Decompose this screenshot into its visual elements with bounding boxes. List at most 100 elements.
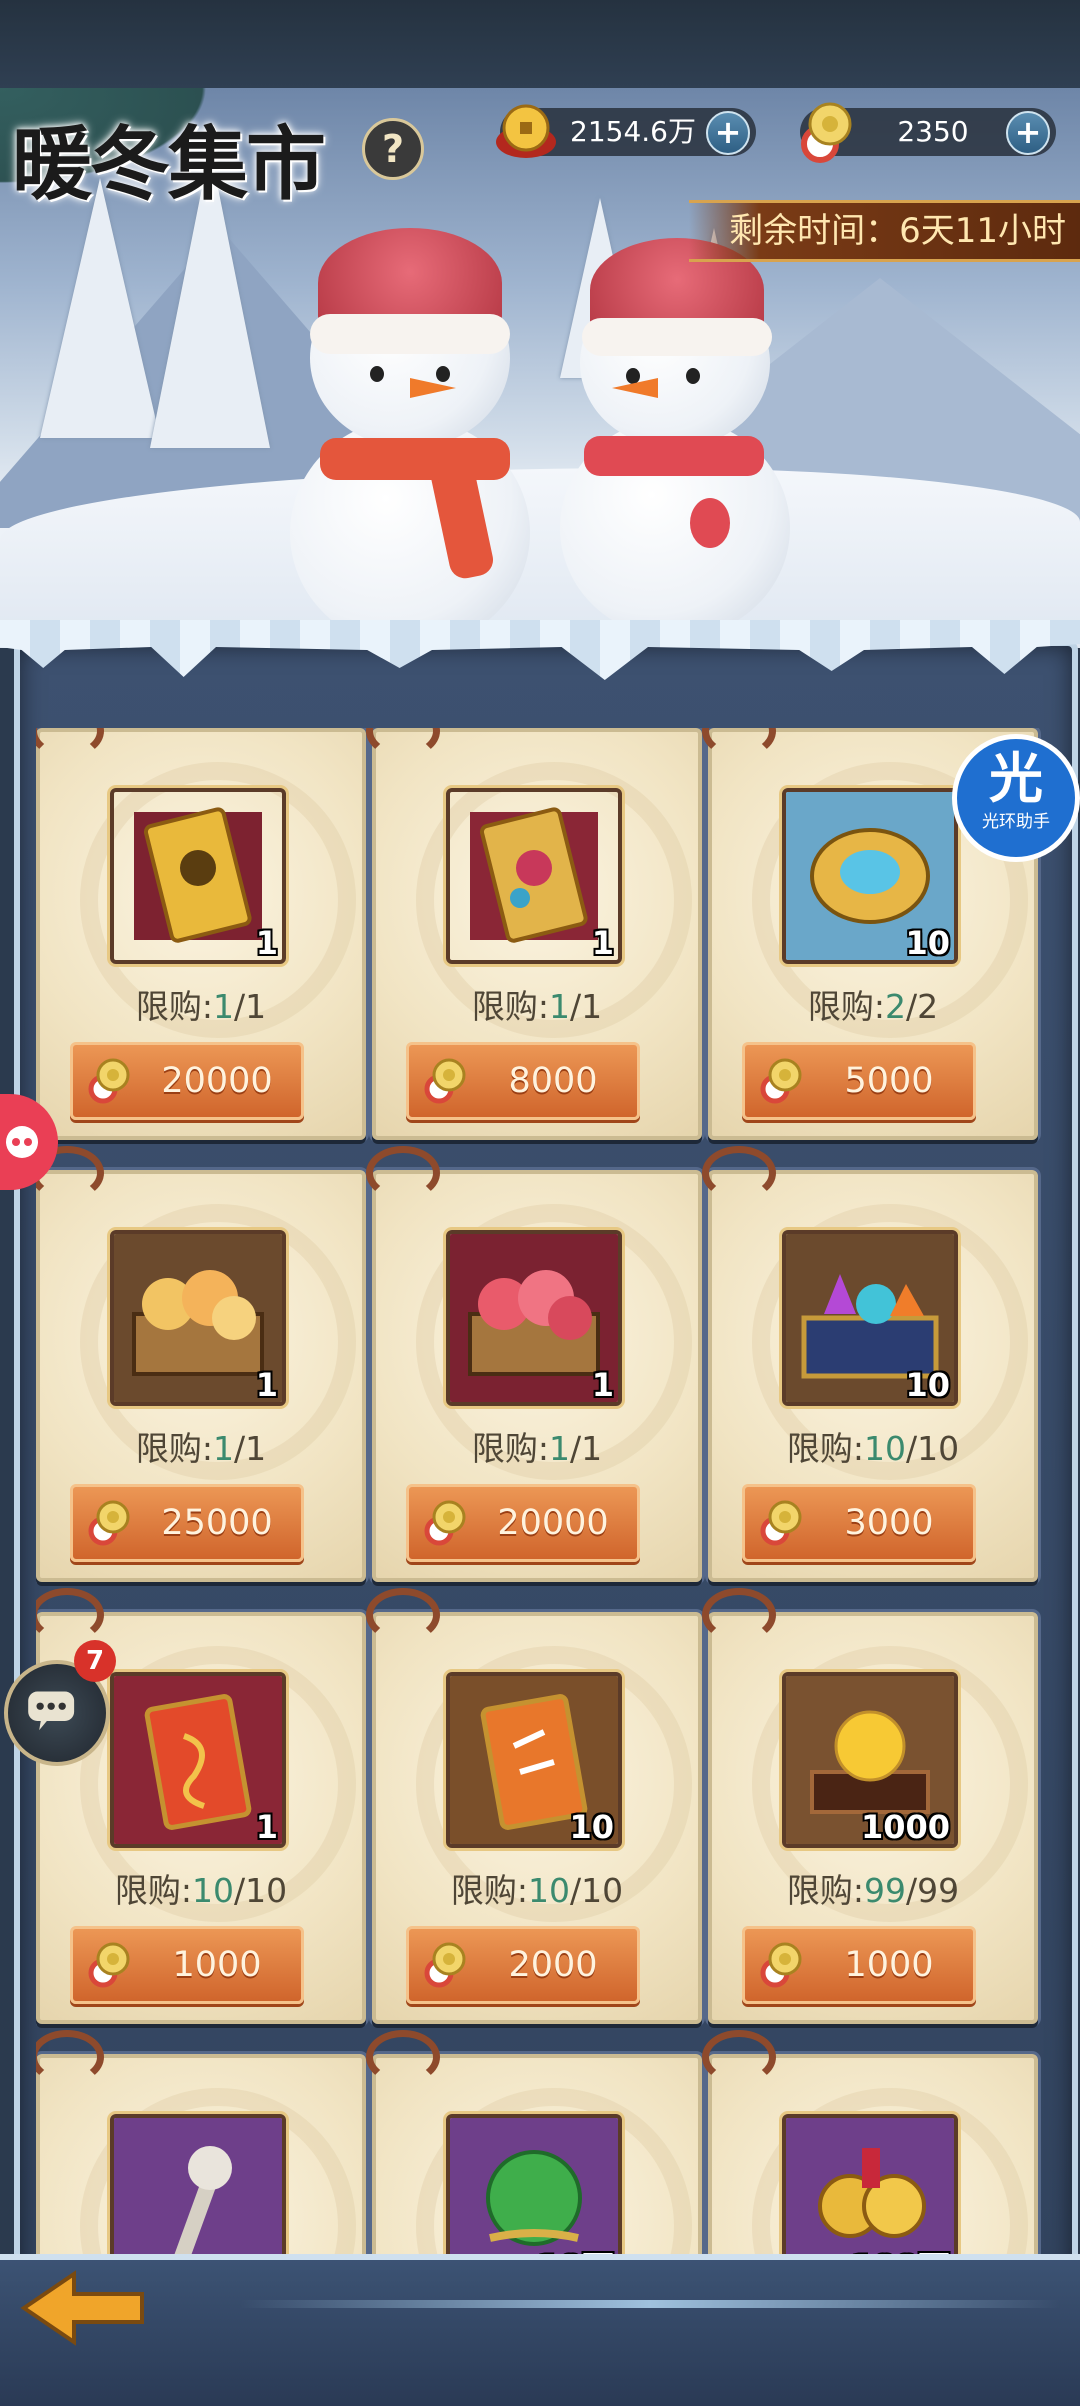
limit-max: /1 <box>234 1429 267 1468</box>
shop-item-card[interactable]: 1 限购:1/1 20000 <box>366 1146 702 1582</box>
wolf-sword-icon <box>114 2118 282 2254</box>
price-value: 25000 <box>161 1503 273 1543</box>
item-count: 1000 <box>860 1808 950 1846</box>
item-count: 100万 <box>851 2242 950 2254</box>
coin-string-icon <box>786 2118 954 2254</box>
hanging-ring <box>702 2030 776 2084</box>
voucher-coin-icon <box>760 1058 802 1104</box>
purchase-limit: 限购:1/1 <box>40 980 362 1028</box>
bottom-frame <box>0 2254 1080 2406</box>
shop-item-card[interactable]: 1 限购:1/1 25000 <box>36 1146 366 1582</box>
price-value: 2000 <box>508 1945 598 1985</box>
voucher-coin-icon <box>424 1942 466 1988</box>
shop-item-card[interactable]: 1 限购:1/1 8000 <box>366 728 702 1140</box>
item-count: 10 <box>905 1366 950 1404</box>
shop-item-card[interactable]: 1 限购:1/1 20000 <box>36 728 366 1140</box>
shop-item-card[interactable]: 10 限购:10/10 3000 <box>702 1146 1038 1582</box>
limit-current: 99 <box>864 1871 906 1910</box>
item-slot[interactable]: 1 <box>110 1672 286 1848</box>
voucher-coin-icon <box>88 1500 130 1546</box>
assistant-logo: 光 <box>989 747 1043 810</box>
price-value: 8000 <box>508 1061 598 1101</box>
limit-max: /1 <box>570 1429 603 1468</box>
purchase-limit: 限购:10/10 <box>712 1422 1034 1470</box>
limit-label: 限购: <box>135 1429 213 1468</box>
item-slot[interactable]: 1 <box>446 788 622 964</box>
limit-current: 10 <box>528 1871 570 1910</box>
hanging-ring <box>36 728 104 758</box>
item-count: 1 <box>255 924 278 962</box>
item-slot[interactable]: 1000 <box>110 2114 286 2254</box>
limit-label: 限购: <box>135 987 213 1026</box>
limit-current: 1 <box>213 987 234 1026</box>
purchase-limit: 限购:1/1 <box>40 1422 362 1470</box>
limit-label: 限购: <box>786 1429 864 1468</box>
item-slot[interactable]: 1 <box>110 1230 286 1406</box>
buy-button[interactable]: 5000 <box>742 1042 976 1120</box>
hanging-ring <box>36 2030 104 2084</box>
limit-label: 限购: <box>114 1871 192 1910</box>
price-value: 20000 <box>161 1061 273 1101</box>
buy-button[interactable]: 2000 <box>406 1926 640 2004</box>
snowman-right <box>540 218 820 638</box>
buy-button[interactable]: 1000 <box>70 1926 304 2004</box>
buy-button[interactable]: 20000 <box>70 1042 304 1120</box>
voucher-coin-icon <box>424 1058 466 1104</box>
limit-label: 限购: <box>807 987 885 1026</box>
shop-item-card[interactable]: 1000 <box>36 2030 366 2254</box>
back-arrow-icon[interactable] <box>14 2262 154 2354</box>
shop-item-card[interactable]: 1000 限购:99/99 1000 <box>702 1588 1038 2024</box>
item-slot[interactable]: 1 <box>446 1230 622 1406</box>
assistant-button[interactable]: 光 光环助手 <box>952 734 1080 862</box>
item-slot[interactable]: 1 <box>110 788 286 964</box>
assistant-label: 光环助手 <box>982 812 1050 832</box>
shop-item-card[interactable]: 100万 <box>702 2030 1038 2254</box>
snowman-left <box>260 208 560 648</box>
green-orb-icon <box>450 2118 618 2254</box>
hanging-ring <box>366 1588 440 1642</box>
limit-max: /99 <box>906 1871 960 1910</box>
buy-button[interactable]: 20000 <box>406 1484 640 1562</box>
buy-button[interactable]: 8000 <box>406 1042 640 1120</box>
limit-current: 1 <box>549 1429 570 1468</box>
limit-label: 限购: <box>450 1871 528 1910</box>
shop-item-card[interactable]: 10万 <box>366 2030 702 2254</box>
gamepad-icon <box>6 1126 38 1158</box>
add-voucher-button[interactable]: + <box>1006 111 1050 155</box>
item-count: 10 <box>905 924 950 962</box>
page-title: 暖冬集市 <box>12 117 326 211</box>
limit-max: /2 <box>906 987 939 1026</box>
item-slot[interactable]: 100万 <box>782 2114 958 2254</box>
shop-item-card[interactable]: 10 限购:10/10 2000 <box>366 1588 702 2024</box>
buy-button[interactable]: 1000 <box>742 1926 976 2004</box>
item-count: 1 <box>255 1808 278 1846</box>
hanging-ring <box>702 1588 776 1642</box>
gold-amount: 2154.6万 <box>570 115 696 148</box>
hanging-ring <box>702 728 776 758</box>
shop-grid: 1 限购:1/1 20000 1 限购:1/1 8000 10 限购:2/2 5000 1 限购:1… <box>36 728 1046 2254</box>
item-count: 1 <box>255 1366 278 1404</box>
item-slot[interactable]: 10万 <box>446 2114 622 2254</box>
add-gold-button[interactable]: + <box>706 111 750 155</box>
hanging-ring <box>36 1588 104 1642</box>
voucher-amount: 2350 <box>897 115 969 148</box>
item-slot[interactable]: 10 <box>446 1672 622 1848</box>
item-count: 10 <box>569 1808 614 1846</box>
currency-gold: 2154.6万 + <box>496 104 756 158</box>
buy-button[interactable]: 3000 <box>742 1484 976 1562</box>
item-slot[interactable]: 10 <box>782 1230 958 1406</box>
purchase-limit: 限购:10/10 <box>40 1864 362 1912</box>
limit-current: 10 <box>864 1429 906 1468</box>
item-slot[interactable]: 1000 <box>782 1672 958 1848</box>
item-slot[interactable]: 10 <box>782 788 958 964</box>
side-tab-button[interactable] <box>0 1094 58 1190</box>
limit-max: /10 <box>906 1429 960 1468</box>
help-button[interactable]: ? <box>362 118 424 180</box>
limit-label: 限购: <box>471 987 549 1026</box>
limit-max: /1 <box>570 987 603 1026</box>
price-value: 3000 <box>844 1503 934 1543</box>
price-value: 1000 <box>844 1945 934 1985</box>
chat-unread-badge: 7 <box>74 1640 116 1682</box>
buy-button[interactable]: 25000 <box>70 1484 304 1562</box>
purchase-limit: 限购:99/99 <box>712 1864 1034 1912</box>
